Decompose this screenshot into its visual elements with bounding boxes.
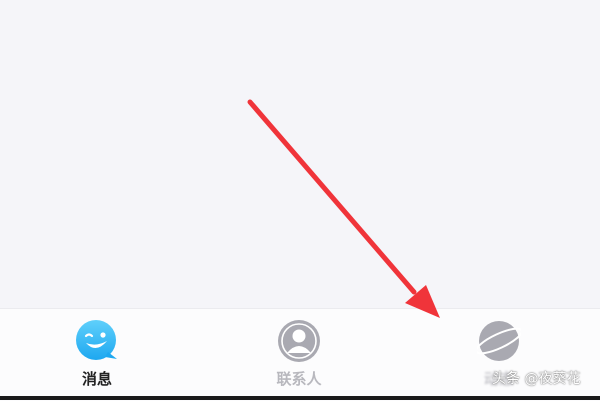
tab-messages-label: 消息 — [81, 370, 112, 388]
smiley-chat-bubble-icon — [76, 320, 117, 360]
watermark-text: 头条 @夜葵花 — [492, 371, 581, 387]
tab-messages[interactable]: 消息 — [42, 309, 152, 401]
bottom-edge-bar — [0, 396, 600, 400]
tab-contacts-label: 联系人 — [276, 370, 322, 388]
planet-icon — [477, 321, 521, 361]
tab-contacts[interactable]: 联系人 — [244, 309, 354, 401]
person-avatar-icon — [278, 320, 320, 362]
content-area — [0, 0, 600, 308]
